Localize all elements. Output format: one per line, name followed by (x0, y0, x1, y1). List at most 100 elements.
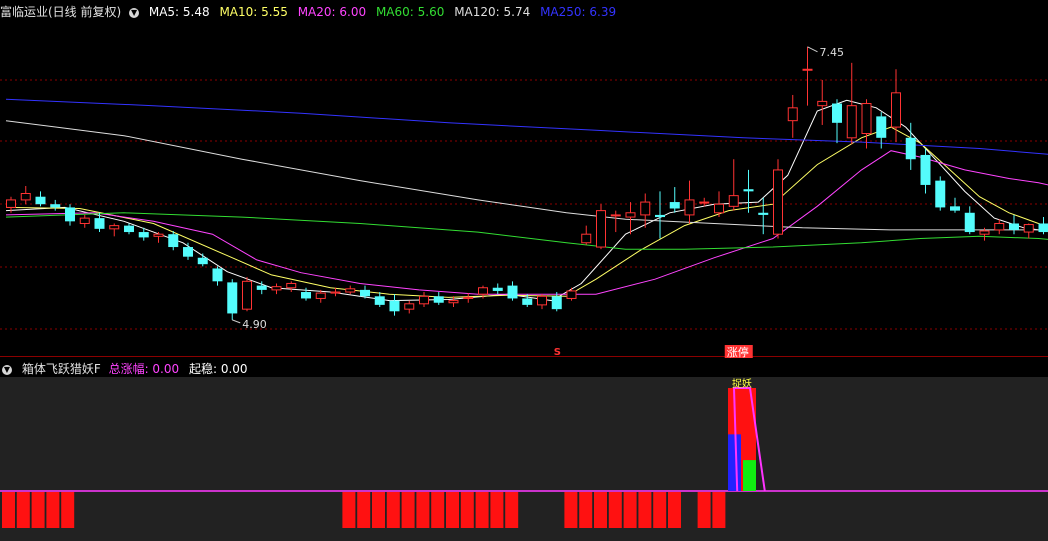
candle-body (212, 268, 223, 282)
candle (610, 210, 621, 233)
s-marker: S (554, 347, 561, 358)
indicator-bar (490, 492, 504, 528)
candle (758, 197, 769, 235)
indicator-bar (564, 492, 578, 528)
ma-line-ma5 (5, 99, 1048, 302)
indicator-bar (357, 492, 371, 528)
candle (433, 292, 444, 305)
candle-body (389, 300, 400, 312)
candle-body (625, 212, 636, 218)
candle-body (94, 218, 105, 229)
ma-line-ma120 (5, 120, 1048, 231)
candle (655, 191, 665, 239)
candle (448, 296, 459, 308)
indicator-bar (31, 492, 45, 528)
candle (1038, 217, 1048, 235)
main-header: 富临运业(日线 前复权) ▼ MA5: 5.48 MA10: 5.55 MA20… (0, 2, 622, 22)
candle (227, 279, 238, 320)
indicator-bar (697, 492, 711, 528)
stabilize-label: 起稳: 0.00 (188, 362, 248, 376)
candle-body (699, 201, 710, 204)
candle-body (935, 180, 946, 208)
indicator-bar (653, 492, 667, 528)
candle (964, 206, 975, 235)
candlesticks (6, 46, 1048, 320)
candle-body (345, 288, 356, 293)
ma250-label: MA250: 6.39 (540, 5, 617, 19)
ma60-label: MA60: 5.60 (375, 5, 445, 19)
candle-body (79, 217, 90, 224)
candle-body (596, 210, 606, 248)
candle-body (448, 300, 459, 304)
candle (1009, 214, 1019, 235)
candle (684, 180, 695, 224)
candle (905, 122, 916, 170)
indicator-bar (623, 492, 637, 528)
candle (492, 283, 503, 295)
candle-body (65, 207, 75, 222)
candle (419, 292, 429, 308)
ma120-label: MA120: 5.74 (454, 5, 531, 19)
candle-body (655, 214, 665, 218)
candle-body (492, 287, 503, 291)
candle-body (714, 203, 724, 214)
indicator-bar (460, 492, 474, 528)
candle (242, 277, 252, 312)
candle (271, 283, 282, 295)
candle (596, 204, 606, 250)
candle-body (168, 234, 179, 248)
candle-body (271, 286, 282, 291)
candle (669, 187, 680, 213)
candle-body (743, 189, 754, 192)
candle-body (374, 296, 385, 305)
candle-body (227, 282, 238, 314)
candle (802, 46, 813, 106)
candle (551, 292, 562, 312)
moving-average-lines (5, 98, 1048, 302)
chevron-down-icon[interactable]: ▼ (129, 7, 140, 18)
spike-label: 捉妖 (732, 377, 752, 390)
candle (153, 232, 164, 243)
candle (566, 287, 577, 301)
ma-line-ma60 (5, 212, 1048, 250)
candle (124, 223, 134, 235)
candle (714, 191, 724, 218)
candle-body (20, 192, 31, 201)
chart-title: 富临运业(日线 前复权) (0, 5, 122, 19)
candle (286, 281, 297, 293)
candle-body (109, 225, 120, 230)
ma-line-ma20 (5, 150, 1048, 295)
indicator-bar (594, 492, 607, 528)
candle-body (684, 199, 695, 216)
candle-body (197, 257, 208, 265)
candle-body (286, 282, 297, 289)
high-price-label: 7.45 (820, 46, 845, 59)
candle-body (1038, 223, 1048, 233)
candle-body (979, 230, 990, 235)
candle (50, 199, 61, 211)
candle (861, 99, 872, 149)
main-grid (0, 79, 1048, 357)
indicator-title: 箱体飞跃猎妖F (21, 362, 101, 376)
candle-body (581, 233, 592, 244)
candle (743, 169, 754, 213)
candle-body (301, 292, 311, 299)
candle (79, 214, 90, 228)
candle (728, 159, 739, 211)
indicator-bar (668, 492, 681, 528)
candle-body (950, 206, 960, 211)
ma-line-ma10 (5, 126, 1048, 298)
indicator-bar (401, 492, 415, 528)
indicator-bar (2, 492, 15, 528)
candle (183, 242, 193, 260)
candle (832, 99, 842, 144)
indicator-background (0, 377, 1048, 541)
indicator-bar (475, 492, 489, 528)
limit-up-marker: 涨停 (724, 345, 753, 359)
chevron-down-icon[interactable]: ▼ (2, 364, 12, 375)
candle-body (153, 233, 164, 237)
candle (374, 292, 385, 308)
candle-body (35, 196, 46, 205)
indicator-bar (386, 492, 400, 528)
candle-body (669, 202, 680, 209)
